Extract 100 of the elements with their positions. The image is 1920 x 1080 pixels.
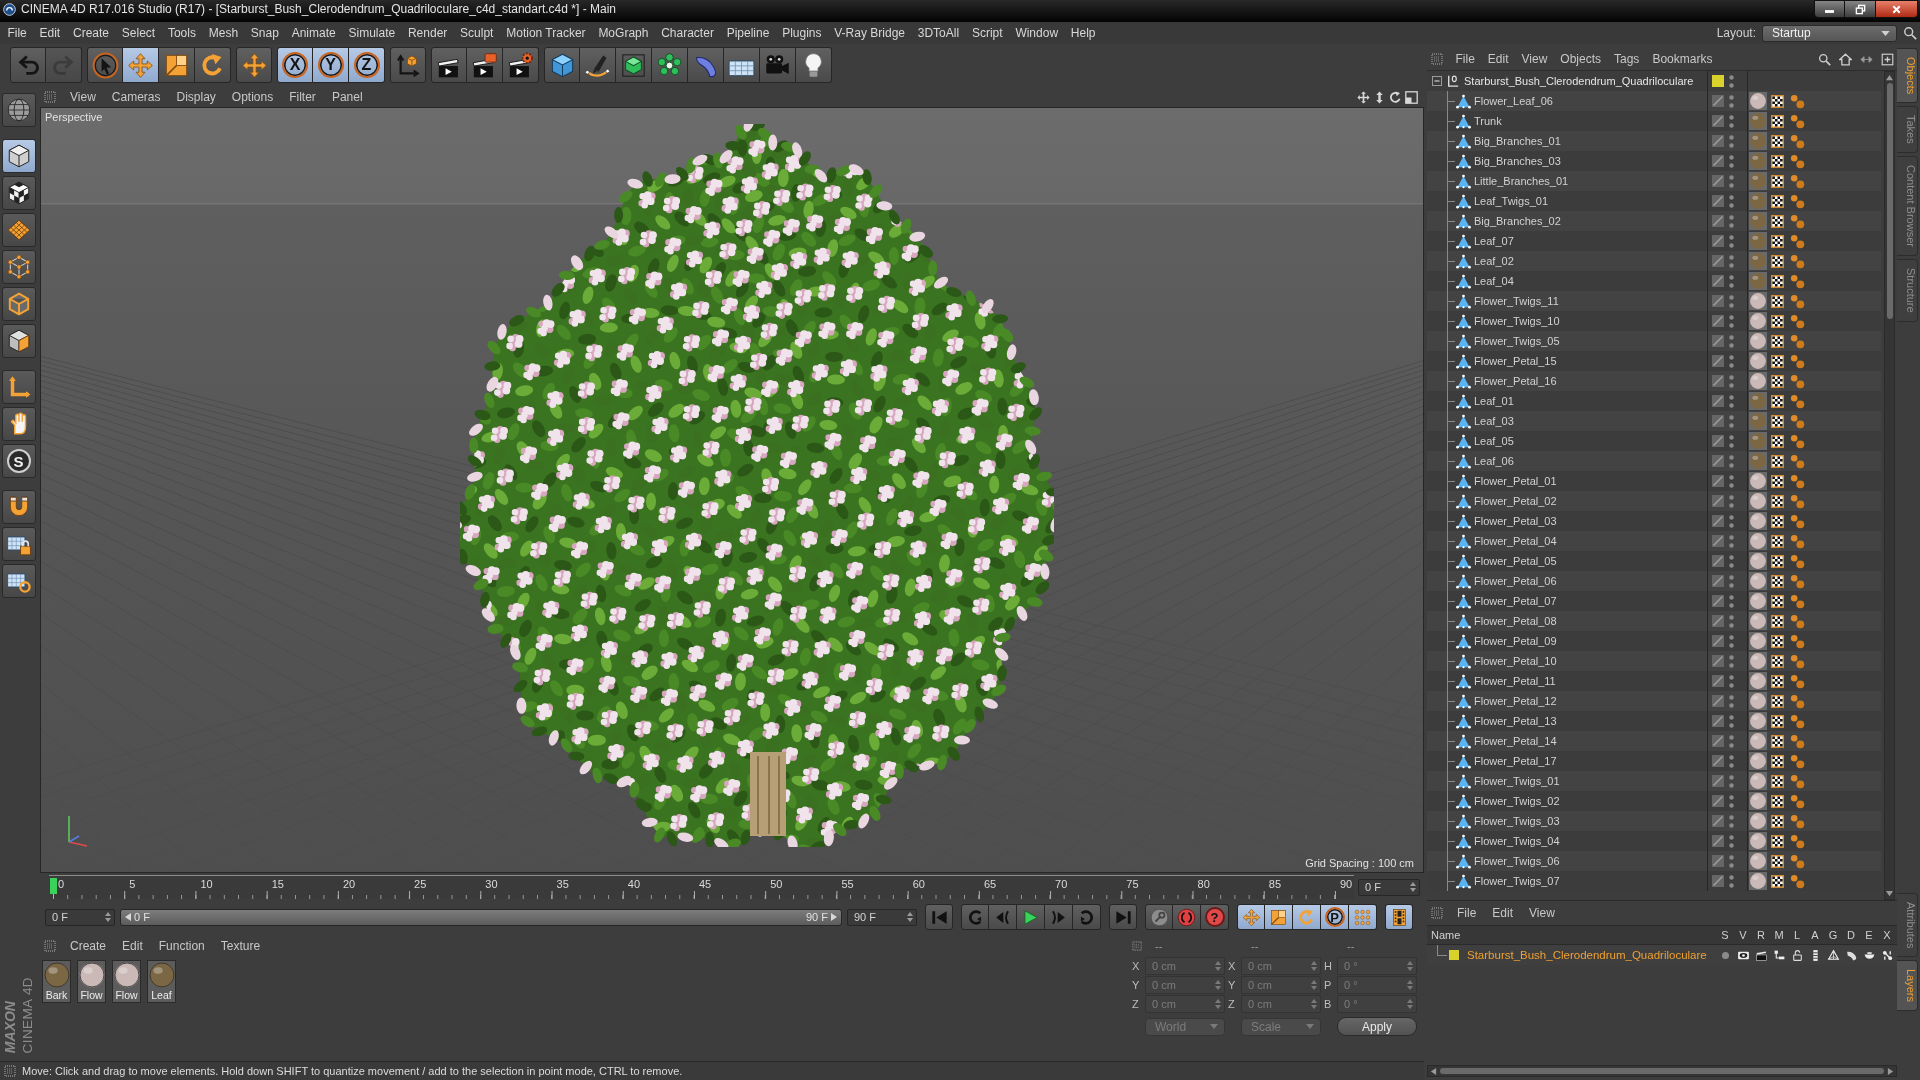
- arrow-right-icon[interactable]: [831, 913, 837, 921]
- visibility-dots-icon[interactable]: [1729, 154, 1734, 168]
- point-level-button[interactable]: [1349, 904, 1377, 930]
- slashed-square-icon[interactable]: [1712, 415, 1724, 427]
- visibility-dots-icon[interactable]: [1729, 514, 1734, 528]
- checker-tag-icon[interactable]: [1771, 794, 1784, 808]
- slashed-square-icon[interactable]: [1712, 295, 1724, 307]
- timeline-ruler[interactable]: 0 5 10 15 20 25 30 35 40 45 50 55 60 65 70 75 80 85 90: [49, 875, 1354, 899]
- material-sphere-icon[interactable]: [1749, 372, 1767, 390]
- slashed-square-icon[interactable]: [1712, 355, 1724, 367]
- visibility-dots-icon[interactable]: [1729, 74, 1734, 88]
- pyramid-icon[interactable]: [1826, 948, 1840, 962]
- material-tile[interactable]: Flow: [112, 960, 141, 1003]
- material-sphere-icon[interactable]: [1749, 292, 1767, 310]
- spheres-tag-icon[interactable]: [1790, 733, 1805, 749]
- spheres-tag-icon[interactable]: [1790, 433, 1805, 449]
- spheres-tag-icon[interactable]: [1790, 613, 1805, 629]
- arrow-up-icon[interactable]: [1886, 74, 1893, 81]
- menu-item[interactable]: Script: [965, 23, 1009, 43]
- spheres-tag-icon[interactable]: [1790, 273, 1805, 289]
- visibility-dots-icon[interactable]: [1729, 594, 1734, 608]
- slashed-square-icon[interactable]: [1712, 795, 1724, 807]
- expand-toggle[interactable]: [1432, 76, 1442, 86]
- frame-range-bar[interactable]: 0 F 90 F: [120, 908, 842, 926]
- checker-tag-icon[interactable]: [1771, 474, 1784, 488]
- spheres-tag-icon[interactable]: [1790, 673, 1805, 689]
- checker-tag-icon[interactable]: [1771, 174, 1784, 188]
- slashed-square-icon[interactable]: [1712, 455, 1724, 467]
- slashed-square-icon[interactable]: [1712, 555, 1724, 567]
- material-sphere-icon[interactable]: [1749, 692, 1767, 710]
- scrollbar-thumb[interactable]: [1440, 1068, 1884, 1074]
- spheres-tag-icon[interactable]: [1790, 353, 1805, 369]
- menu-item[interactable]: Create: [66, 23, 116, 43]
- slashed-square-icon[interactable]: [1712, 695, 1724, 707]
- material-sphere-icon[interactable]: [1749, 872, 1767, 890]
- objects-menu-item[interactable]: View: [1515, 50, 1554, 68]
- objects-menu-item[interactable]: Tags: [1607, 50, 1646, 68]
- minimize-button[interactable]: [1814, 0, 1845, 18]
- visibility-dots-icon[interactable]: [1729, 794, 1734, 808]
- menu-item[interactable]: Pipeline: [720, 23, 776, 43]
- visibility-dots-icon[interactable]: [1729, 174, 1734, 188]
- checker-tag-icon[interactable]: [1771, 394, 1784, 408]
- material-sphere-icon[interactable]: [1749, 812, 1767, 830]
- search-icon[interactable]: [1903, 26, 1917, 40]
- slashed-square-icon[interactable]: [1712, 255, 1724, 267]
- spheres-tag-icon[interactable]: [1790, 153, 1805, 169]
- checker-tag-icon[interactable]: [1771, 454, 1784, 468]
- object-list-item[interactable]: Little_Branches_01: [1427, 171, 1881, 191]
- checker-tag-icon[interactable]: [1771, 634, 1784, 648]
- menu-item[interactable]: Simulate: [342, 23, 402, 43]
- visibility-dots-icon[interactable]: [1729, 374, 1734, 388]
- material-sphere-icon[interactable]: [1749, 592, 1767, 610]
- spheres-tag-icon[interactable]: [1790, 553, 1805, 569]
- spheres-tag-icon[interactable]: [1790, 193, 1805, 209]
- arrow-right-icon[interactable]: [1887, 1067, 1894, 1075]
- spheres-tag-icon[interactable]: [1790, 213, 1805, 229]
- slashed-square-icon[interactable]: [1712, 655, 1724, 667]
- viewport-menu-item[interactable]: Options: [223, 88, 282, 106]
- object-list-item[interactable]: Leaf_06: [1427, 451, 1881, 471]
- visibility-dots-icon[interactable]: [1729, 454, 1734, 468]
- visibility-dots-icon[interactable]: [1729, 814, 1734, 828]
- material-menu-item[interactable]: Function: [150, 937, 213, 955]
- slashed-square-icon[interactable]: [1712, 775, 1724, 787]
- make-editable-button[interactable]: [1, 93, 36, 127]
- checker-tag-icon[interactable]: [1771, 334, 1784, 348]
- current-frame-field[interactable]: 0 F: [1358, 878, 1420, 896]
- material-sphere-icon[interactable]: [1749, 732, 1767, 750]
- checker-tag-icon[interactable]: [1771, 654, 1784, 668]
- object-list-item[interactable]: Big_Branches_01: [1427, 131, 1881, 151]
- material-sphere-icon[interactable]: [1749, 352, 1767, 370]
- spheres-tag-icon[interactable]: [1790, 573, 1805, 589]
- visibility-dots-icon[interactable]: [1729, 274, 1734, 288]
- undo-button[interactable]: [10, 47, 46, 83]
- slashed-square-icon[interactable]: [1712, 195, 1724, 207]
- material-sphere-icon[interactable]: [1749, 312, 1767, 330]
- material-sphere-icon[interactable]: [1749, 792, 1767, 810]
- menu-item[interactable]: V-Ray Bridge: [827, 23, 912, 43]
- node-link-icon[interactable]: [1880, 948, 1894, 962]
- checker-tag-icon[interactable]: [1771, 154, 1784, 168]
- spinner-icon[interactable]: [1410, 882, 1416, 892]
- search-icon[interactable]: [1818, 52, 1831, 66]
- visibility-dots-icon[interactable]: [1729, 574, 1734, 588]
- slashed-square-icon[interactable]: [1712, 275, 1724, 287]
- rotation-key-button[interactable]: [1293, 904, 1321, 930]
- object-list-item[interactable]: Flower_Petal_10: [1427, 651, 1881, 671]
- menu-item[interactable]: Window: [1009, 23, 1065, 43]
- material-sphere-icon[interactable]: [1749, 332, 1767, 350]
- material-tile[interactable]: Leaf: [147, 960, 176, 1003]
- slashed-square-icon[interactable]: [1712, 375, 1724, 387]
- snap-button[interactable]: S: [1, 444, 36, 478]
- checker-tag-icon[interactable]: [1771, 854, 1784, 868]
- spheres-tag-icon[interactable]: [1790, 753, 1805, 769]
- checker-tag-icon[interactable]: [1771, 534, 1784, 548]
- viewport-menu-item[interactable]: Filter: [281, 88, 324, 106]
- layers-menu-item[interactable]: Edit: [1484, 904, 1522, 922]
- go-to-end-button[interactable]: [1109, 904, 1137, 930]
- material-tile[interactable]: Flow: [77, 960, 106, 1003]
- slashed-square-icon[interactable]: [1712, 875, 1724, 887]
- checker-tag-icon[interactable]: [1771, 774, 1784, 788]
- spheres-tag-icon[interactable]: [1790, 253, 1805, 269]
